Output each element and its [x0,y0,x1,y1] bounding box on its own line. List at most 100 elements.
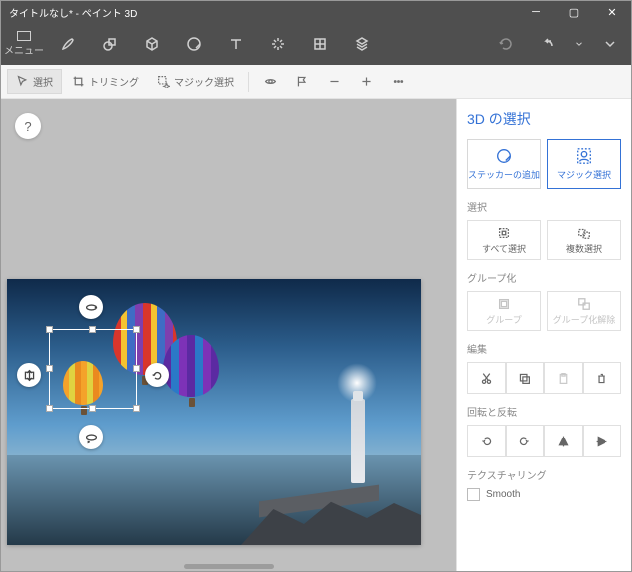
flag-button[interactable] [287,69,317,95]
sticker-icon [495,147,513,165]
rotate-x-gizmo[interactable] [79,295,103,319]
copy-icon [518,372,531,385]
multi-select-button[interactable]: 複数選択 [547,220,621,260]
menu-icon [17,31,31,41]
smooth-label: Smooth [486,489,520,500]
cut-icon [480,372,493,385]
trash-icon [595,372,608,385]
canvas[interactable] [7,279,421,545]
resize-handle[interactable] [89,326,96,333]
magic-select-label: マジック選択 [174,74,234,89]
panel-title: 3D の選択 [467,109,621,129]
resize-handle[interactable] [46,365,53,372]
canvas-area[interactable]: ? [1,99,456,571]
select-all-icon [497,226,511,240]
history-tool-icon[interactable] [485,23,527,65]
delete-button[interactable] [583,362,622,394]
menu-label: メニュー [4,42,44,57]
z-depth-gizmo[interactable] [17,363,41,387]
flip-horizontal-button[interactable] [544,425,583,457]
rotate-left-icon [480,435,493,448]
group-label: グループ [486,313,521,326]
balloon-object[interactable] [163,335,219,397]
window-title: タイトルなし* - ペイント 3D [9,5,137,20]
menu-button[interactable]: メニュー [1,31,47,57]
rotate-left-button[interactable] [467,425,506,457]
flip-v-icon [595,435,608,448]
zoom-out-button[interactable] [319,69,349,95]
section-texture-label: テクスチャリング [467,467,621,482]
magic-select-button[interactable]: マジック選択 [547,139,621,189]
smooth-checkbox[interactable] [467,488,480,501]
section-group-label: グループ化 [467,270,621,285]
magic-select-icon [157,75,170,88]
cursor-icon [16,75,29,88]
cut-button[interactable] [467,362,506,394]
crop-icon [72,75,85,88]
undo-icon[interactable] [527,23,569,65]
resize-handle[interactable] [133,365,140,372]
ungroup-button: グループ化解除 [547,291,621,331]
separator [248,72,249,92]
crop-label: トリミング [89,74,139,89]
resize-handle[interactable] [46,405,53,412]
section-edit-label: 編集 [467,341,621,356]
resize-handle[interactable] [133,405,140,412]
select-all-label: すべて選択 [482,242,526,255]
multi-select-label: 複数選択 [566,242,602,255]
select-tool[interactable]: 選択 [7,69,62,94]
multi-select-icon [577,226,591,240]
3d-library-tool-icon[interactable] [341,23,383,65]
magic-select-label: マジック選択 [557,168,611,181]
group-icon [497,297,511,311]
rotate-right-icon [518,435,531,448]
3d-shapes-tool-icon[interactable] [131,23,173,65]
flip-h-icon [557,435,570,448]
sticker-add-label: ステッカーの追加 [468,168,540,181]
section-select-label: 選択 [467,199,621,214]
paste-button [544,362,583,394]
brush-tool-icon[interactable] [47,23,89,65]
maximize-button[interactable]: ▢ [555,1,593,23]
select-all-button[interactable]: すべて選択 [467,220,541,260]
ungroup-label: グループ化解除 [553,313,615,326]
expand-panel-icon[interactable] [589,23,631,65]
secondary-toolbar: 選択 トリミング マジック選択 [1,65,631,99]
zoom-in-button[interactable] [351,69,381,95]
sticker-add-button[interactable]: ステッカーの追加 [467,139,541,189]
copy-button[interactable] [506,362,545,394]
rotate-y-gizmo[interactable] [79,425,103,449]
more-button[interactable] [383,69,413,95]
resize-handle[interactable] [46,326,53,333]
side-panel: 3D の選択 ステッカーの追加 マジック選択 選択 すべて選択 [456,99,631,571]
resize-handle[interactable] [89,405,96,412]
rotate-right-button[interactable] [506,425,545,457]
2d-shapes-tool-icon[interactable] [89,23,131,65]
smooth-checkbox-row[interactable]: Smooth [467,488,621,501]
section-rotate-label: 回転と反転 [467,404,621,419]
minimize-button[interactable]: ─ [517,1,555,23]
group-button: グループ [467,291,541,331]
selection-box[interactable] [49,329,137,409]
redo-dropdown-icon[interactable] [569,23,589,65]
effects-tool-icon[interactable] [257,23,299,65]
text-tool-icon[interactable] [215,23,257,65]
flip-vertical-button[interactable] [583,425,622,457]
help-label: ? [24,119,31,134]
paste-icon [557,372,570,385]
resize-handle[interactable] [133,326,140,333]
magic-select-tool[interactable]: マジック選択 [149,70,242,93]
top-toolbar: メニュー [1,23,631,65]
titlebar: タイトルなし* - ペイント 3D ─ ▢ ✕ [1,1,631,23]
3d-view-toggle[interactable] [255,69,285,95]
help-button[interactable]: ? [15,113,41,139]
magic-select-icon [575,147,593,165]
select-label: 選択 [33,74,53,89]
crop-tool[interactable]: トリミング [64,70,147,93]
stickers-tool-icon[interactable] [173,23,215,65]
ungroup-icon [577,297,591,311]
close-button[interactable]: ✕ [593,1,631,23]
canvas-tool-icon[interactable] [299,23,341,65]
horizontal-scrollbar[interactable] [184,564,274,569]
rotate-z-gizmo[interactable] [145,363,169,387]
